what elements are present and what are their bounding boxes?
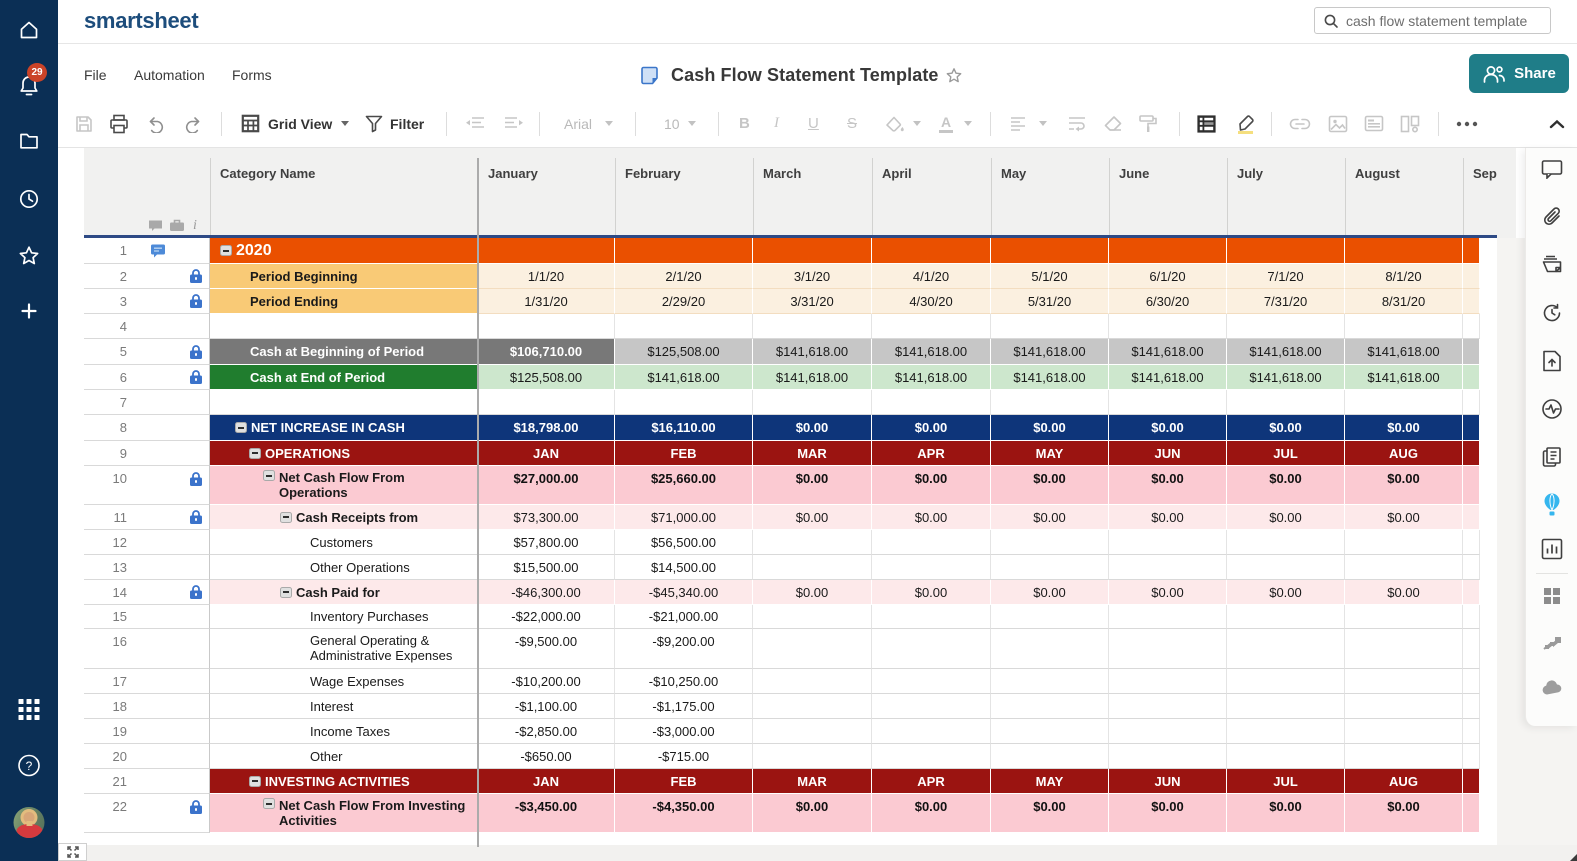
svg-text:A: A [941, 114, 951, 130]
svg-text:?: ? [26, 759, 33, 773]
